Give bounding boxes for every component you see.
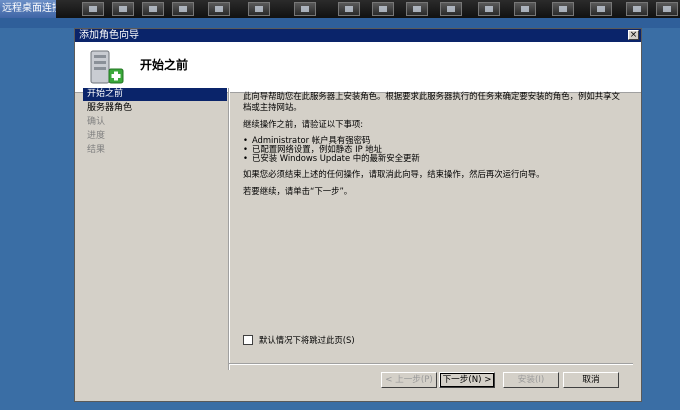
taskbar-button[interactable] — [552, 2, 574, 16]
continue-note: 若要继续，请单击“下一步”。 — [243, 186, 353, 196]
taskbar-button[interactable] — [478, 2, 500, 16]
nav-item-results: 结果 — [87, 145, 106, 155]
verify-heading: 继续操作之前，请验证以下事项: — [243, 119, 364, 129]
taskbar-button[interactable] — [590, 2, 612, 16]
taskbar-button[interactable] — [656, 2, 678, 16]
taskbar-button[interactable] — [142, 2, 164, 16]
taskbar-button[interactable] — [248, 2, 270, 16]
taskbar-button[interactable] — [82, 2, 104, 16]
server-add-icon — [90, 50, 124, 84]
cancel-note: 如果您必须结束上述的任何操作，请取消此向导，结束操作，然后再次运行向导。 — [243, 169, 545, 179]
nav-item-confirmation: 确认 — [87, 117, 106, 127]
taskbar-button[interactable] — [208, 2, 230, 16]
close-button[interactable]: × — [628, 30, 639, 40]
taskbar-button[interactable] — [406, 2, 428, 16]
taskbar-button[interactable] — [514, 2, 536, 16]
requirements-list: Administrator 帐户具有强密码 已配置网络设置，例如静态 IP 地址… — [243, 136, 623, 163]
skip-page-label: 默认情况下将跳过此页(S) — [259, 335, 355, 345]
window-titlebar[interactable]: 添加角色向导 × — [75, 29, 641, 42]
wizard-nav: 开始之前 服务器角色 确认 进度 结果 — [83, 88, 227, 370]
desktop-strip — [0, 18, 680, 28]
previous-button[interactable]: < 上一步(P) — [381, 372, 437, 388]
page-title: 开始之前 — [140, 58, 189, 72]
remote-desktop-bar: 远程桌面连接 — [0, 0, 680, 18]
taskbar-button[interactable] — [112, 2, 134, 16]
taskbar-button[interactable] — [338, 2, 360, 16]
taskbar-button[interactable] — [294, 2, 316, 16]
skip-page-checkbox[interactable] — [243, 335, 253, 345]
install-button[interactable]: 安装(I) — [503, 372, 559, 388]
taskbar-button[interactable] — [626, 2, 648, 16]
remote-desktop-title[interactable]: 远程桌面连接 — [0, 0, 56, 18]
taskbar-button[interactable] — [440, 2, 462, 16]
taskbar-button[interactable] — [172, 2, 194, 16]
nav-item-before-you-begin[interactable]: 开始之前 — [83, 88, 227, 101]
wizard-content: 此向导帮助您在此服务器上安装角色。根据要求此服务器执行的任务来确定要安装的角色，… — [243, 91, 623, 203]
button-area-divider — [229, 363, 633, 365]
wizard-header: 开始之前 — [75, 42, 641, 93]
add-roles-wizard-window: 添加角色向导 × 开始之前 开始之前 服务器角色 确认 进度 结果 此向导帮助您… — [74, 28, 642, 402]
nav-item-server-roles[interactable]: 服务器角色 — [83, 102, 227, 115]
taskbar-button[interactable] — [372, 2, 394, 16]
nav-divider — [228, 88, 230, 370]
next-button[interactable]: 下一步(N) > — [439, 372, 495, 388]
intro-paragraph: 此向导帮助您在此服务器上安装角色。根据要求此服务器执行的任务来确定要安装的角色，… — [243, 91, 620, 112]
window-title: 添加角色向导 — [79, 30, 139, 41]
skip-page-option[interactable]: 默认情况下将跳过此页(S) — [243, 334, 355, 346]
cancel-button[interactable]: 取消 — [563, 372, 619, 388]
list-item: 已安装 Windows Update 中的最新安全更新 — [243, 154, 623, 163]
nav-item-progress: 进度 — [87, 131, 106, 141]
